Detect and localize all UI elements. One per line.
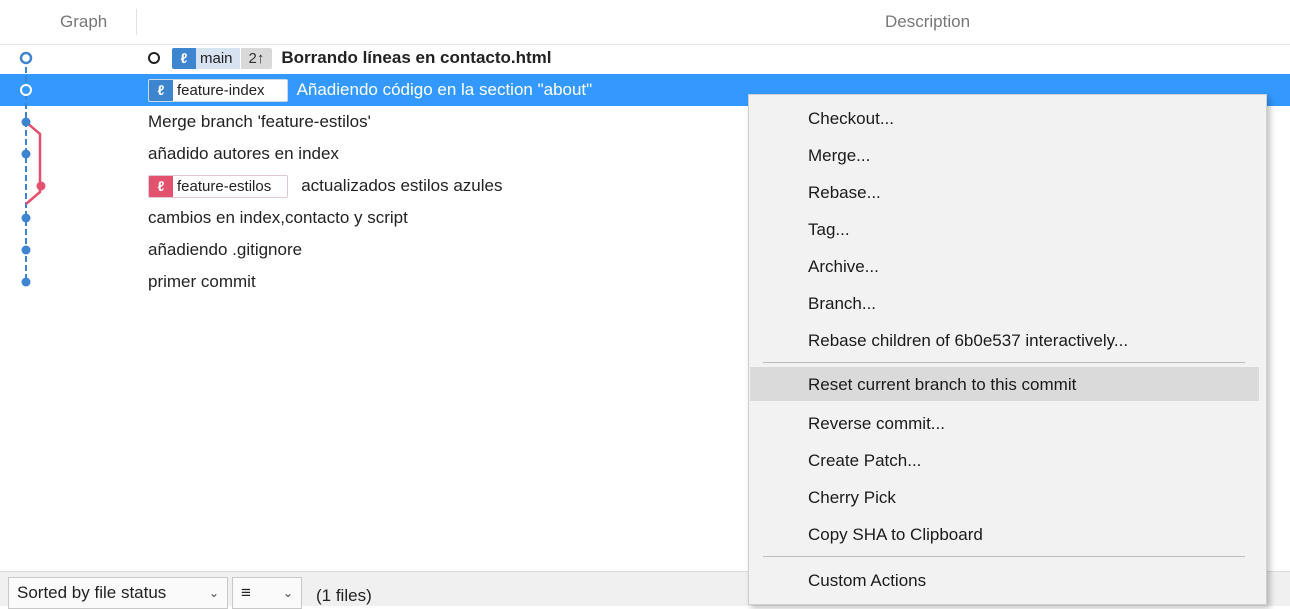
menu-item-rebase-children[interactable]: Rebase children of 6b0e537 interactively… — [750, 323, 1259, 357]
commit-message: Añadiendo código en la section "about" — [296, 80, 593, 99]
menu-item-label: Create Patch... — [808, 451, 922, 470]
sort-dropdown[interactable]: Sorted by file status ⌄ — [8, 577, 228, 609]
branch-icon: ℓ — [149, 175, 173, 197]
commit-graph — [19, 51, 46, 287]
menu-item-rebase[interactable]: Rebase... — [750, 175, 1259, 209]
branch-name: main — [196, 47, 240, 69]
menu-item-label: Branch... — [808, 294, 877, 313]
chevron-down-icon: ⌄ — [208, 586, 219, 600]
branch-name: feature-index — [173, 79, 287, 101]
menu-item-label: Rebase children of 6b0e537 interactively… — [808, 331, 1129, 350]
head-commit-node-icon — [19, 51, 33, 65]
menu-item-label: Checkout... — [808, 109, 894, 128]
branch-name: feature-estilos — [173, 175, 288, 197]
commit-node-icon — [36, 181, 46, 191]
list-icon: ≡ — [241, 583, 251, 602]
menu-item-reverse-commit[interactable]: Reverse commit... — [750, 406, 1259, 440]
view-mode-dropdown[interactable]: ≡ ⌄ — [232, 577, 302, 609]
menu-item-tag[interactable]: Tag... — [750, 212, 1259, 246]
commit-node-icon — [21, 277, 31, 287]
commit-message: cambios en index,contacto y script — [148, 208, 408, 227]
commit-node-icon — [21, 213, 31, 223]
commit-node-icon — [21, 149, 31, 159]
branch-icon: ℓ — [172, 47, 196, 69]
sort-dropdown-label: Sorted by file status — [17, 583, 167, 602]
description-column-header[interactable]: Description — [885, 12, 970, 32]
commit-message: Borrando líneas en contacto.html — [281, 48, 552, 67]
commit-message: actualizados estilos azules — [301, 176, 503, 195]
menu-item-cherry-pick[interactable]: Cherry Pick — [750, 480, 1259, 514]
column-divider[interactable] — [136, 9, 137, 35]
commit-row[interactable]: ℓ main 2↑ Borrando líneas en contacto.ht… — [0, 42, 1290, 74]
branch-tag-feature-index[interactable]: ℓ feature-index — [148, 78, 288, 102]
menu-item-branch[interactable]: Branch... — [750, 286, 1259, 320]
head-indicator-icon — [148, 52, 160, 64]
menu-item-label: Copy SHA to Clipboard — [808, 525, 983, 544]
menu-item-custom-actions[interactable]: Custom Actions — [750, 563, 1259, 597]
files-count: (1 files) — [316, 586, 372, 605]
column-header: Graph Description — [0, 0, 1290, 45]
menu-item-merge[interactable]: Merge... — [750, 138, 1259, 172]
menu-item-label: Archive... — [808, 257, 879, 276]
menu-separator — [763, 556, 1245, 557]
menu-item-label: Reset current branch to this commit — [808, 375, 1077, 394]
menu-item-label: Tag... — [808, 220, 850, 239]
branch-tag-main[interactable]: ℓ main 2↑ — [172, 47, 273, 69]
branch-tag-feature-estilos[interactable]: ℓ feature-estilos — [148, 174, 289, 198]
commit-message: primer commit — [148, 272, 256, 291]
chevron-down-icon: ⌄ — [282, 586, 293, 600]
commit-node-icon — [21, 245, 31, 255]
menu-item-archive[interactable]: Archive... — [750, 249, 1259, 283]
ahead-count-badge: 2↑ — [239, 47, 273, 69]
menu-item-label: Custom Actions — [808, 571, 927, 590]
branch-icon: ℓ — [149, 79, 173, 101]
menu-separator — [763, 362, 1245, 363]
feature-estilos-branch-line — [25, 121, 42, 205]
menu-item-label: Reverse commit... — [808, 414, 945, 433]
menu-item-checkout[interactable]: Checkout... — [750, 101, 1259, 135]
commit-message: añadiendo .gitignore — [148, 240, 303, 259]
selected-commit-node-icon — [20, 84, 32, 96]
menu-item-create-patch[interactable]: Create Patch... — [750, 443, 1259, 477]
menu-item-label: Rebase... — [808, 183, 881, 202]
commit-message: añadido autores en index — [148, 144, 339, 163]
menu-item-label: Cherry Pick — [808, 488, 896, 507]
context-menu: Checkout... Merge... Rebase... Tag... Ar… — [748, 94, 1267, 605]
menu-item-reset-current-branch[interactable]: Reset current branch to this commit — [750, 367, 1259, 401]
menu-item-copy-sha[interactable]: Copy SHA to Clipboard — [750, 517, 1259, 551]
menu-item-label: Merge... — [808, 146, 871, 165]
commit-message: Merge branch 'feature-estilos' — [148, 112, 371, 131]
commit-node-icon — [21, 117, 31, 127]
